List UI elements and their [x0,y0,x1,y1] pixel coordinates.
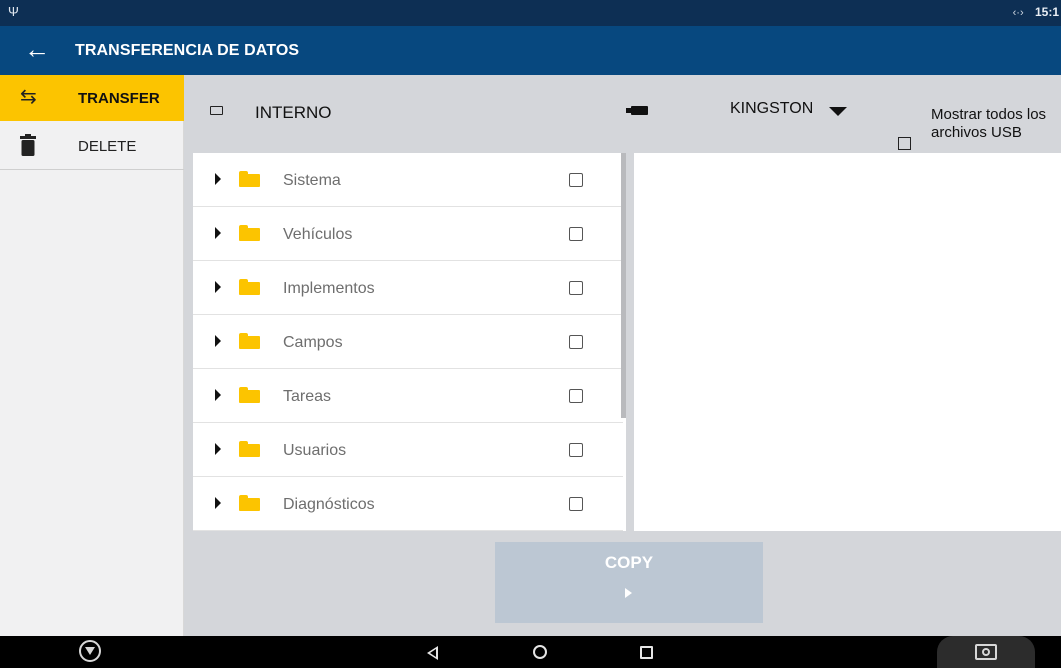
folder-checkbox[interactable] [569,335,583,349]
folder-icon [239,495,260,511]
list-item[interactable]: Campos [193,315,623,369]
sidebar-divider [0,169,184,170]
caret-down-icon[interactable] [829,107,847,116]
sidebar-item-transfer[interactable]: ⇆ TRANSFER [0,75,184,121]
folder-name: Vehículos [283,226,353,243]
status-bar: Ψ ‹·› 15:1 [0,0,1061,26]
home-circle-icon[interactable] [533,645,547,659]
list-item[interactable]: Tareas [193,369,623,423]
folder-icon [239,387,260,403]
folder-icon [239,171,260,187]
list-item[interactable]: Implementos [193,261,623,315]
system-nav-bar [0,636,1061,668]
list-item[interactable]: Vehículos [193,207,623,261]
expand-caret-icon[interactable] [215,335,221,347]
sidebar: ⇆ TRANSFER DELETE [0,75,184,636]
folder-checkbox[interactable] [569,497,583,511]
expand-caret-icon[interactable] [215,227,221,239]
folder-icon [239,441,260,457]
folder-icon [239,225,260,241]
device-header: INTERNO KINGSTON Mostrar todos los archi… [185,75,1061,153]
folder-icon [239,333,260,349]
folder-checkbox[interactable] [569,443,583,457]
sidebar-item-label: TRANSFER [78,90,160,107]
trash-icon [20,134,42,156]
folder-checkbox[interactable] [569,227,583,241]
expand-caret-icon[interactable] [215,497,221,509]
internal-storage-icon [210,106,223,115]
folder-name: Usuarios [283,442,347,459]
play-icon [625,588,632,598]
screenshot-button[interactable] [937,636,1035,668]
folder-icon [239,279,260,295]
app-bar: ← TRANSFERENCIA DE DATOS [0,26,1061,75]
source-device-name: INTERNO [255,103,332,122]
list-item[interactable]: Sistema [193,153,623,207]
copy-button-label: COPY [604,553,654,572]
folder-name: Implementos [283,280,375,297]
folder-name: Tareas [283,388,332,405]
expand-caret-icon[interactable] [215,389,221,401]
list-item[interactable]: Diagnósticos [193,477,623,531]
source-folder-list: Sistema Vehículos Implementos Campos Tar… [193,153,626,531]
recent-apps-icon[interactable] [640,646,653,659]
folder-checkbox[interactable] [569,173,583,187]
sidebar-item-label: DELETE [78,138,137,155]
status-time: 15:1 [1034,5,1059,19]
brand-logo-icon[interactable] [79,640,101,662]
show-all-usb-checkbox[interactable] [898,137,911,150]
folder-name: Campos [283,334,343,351]
expand-caret-icon[interactable] [215,281,221,293]
list-item[interactable]: Usuarios [193,423,623,477]
folder-name: Sistema [283,172,341,189]
expand-caret-icon[interactable] [215,443,221,455]
destination-file-list [634,153,1061,531]
folder-checkbox[interactable] [569,389,583,403]
folder-name: Diagnósticos [283,496,375,513]
usb-drive-icon [626,106,648,115]
show-all-usb-label: Mostrar todos los archivos USB [931,106,1047,141]
usb-icon: Ψ [8,4,19,19]
page-title: TRANSFERENCIA DE DATOS [75,42,300,59]
back-triangle-icon[interactable] [427,646,438,660]
expand-caret-icon[interactable] [215,173,221,185]
status-right: ‹·› 15:1 [1013,5,1059,19]
arrow-left-icon[interactable]: ← [24,36,50,62]
destination-device-select[interactable]: KINGSTON [730,100,813,118]
sidebar-item-delete[interactable]: DELETE [0,123,184,169]
swap-arrows-icon: ⇆ [20,86,37,108]
list-scrollbar[interactable] [621,153,626,418]
screenshot-camera-icon [975,644,997,660]
copy-button[interactable]: COPY [495,542,763,623]
folder-checkbox[interactable] [569,281,583,295]
data-transfer-icon: ‹·› [1012,7,1024,19]
